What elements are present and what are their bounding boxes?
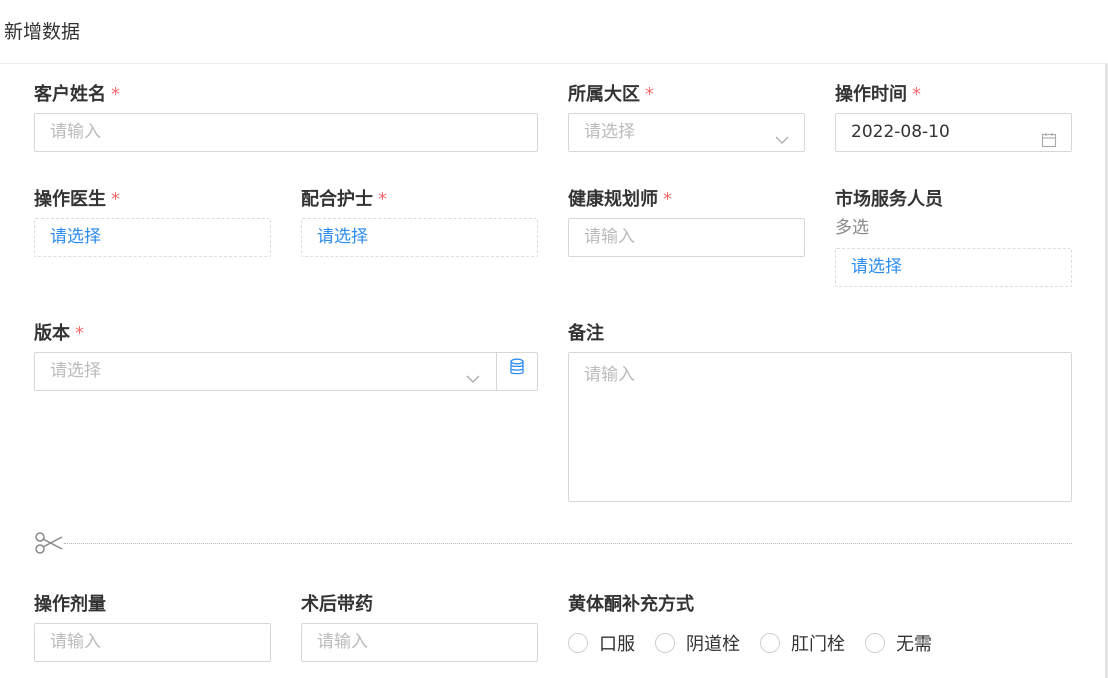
radio-circle[interactable] bbox=[568, 633, 588, 653]
market-staff-hint: 多选 bbox=[835, 218, 869, 238]
doctor-label: 操作医生 * bbox=[34, 185, 120, 211]
market-staff-label-text: 市场服务人员 bbox=[835, 189, 943, 210]
required-mark: * bbox=[75, 323, 84, 344]
dosage-placeholder: 请输入 bbox=[50, 632, 101, 652]
market-staff-picker[interactable]: 请选择 bbox=[835, 248, 1072, 287]
market-staff-label: 市场服务人员 bbox=[835, 185, 943, 211]
required-mark: * bbox=[111, 189, 120, 210]
post-op-medicine-label-text: 术后带药 bbox=[301, 594, 373, 615]
section-divider bbox=[64, 543, 1072, 544]
region-select[interactable]: 请选择 bbox=[568, 113, 805, 152]
health-planner-placeholder: 请输入 bbox=[584, 227, 635, 247]
version-label-text: 版本 bbox=[34, 323, 70, 344]
dosage-input[interactable]: 请输入 bbox=[34, 623, 271, 662]
doctor-label-text: 操作医生 bbox=[34, 189, 106, 210]
post-op-medicine-input[interactable]: 请输入 bbox=[301, 623, 538, 662]
doctor-picker-text: 请选择 bbox=[50, 227, 101, 247]
radio-label: 阴道栓 bbox=[686, 634, 740, 655]
nurse-picker-text: 请选择 bbox=[317, 227, 368, 247]
database-icon bbox=[509, 353, 525, 390]
region-label: 所属大区 * bbox=[568, 80, 654, 106]
radio-vaginal[interactable]: 阴道栓 bbox=[655, 630, 740, 656]
customer-name-label-text: 客户姓名 bbox=[34, 84, 106, 105]
required-mark: * bbox=[912, 84, 921, 105]
operation-time-value: 2022-08-10 bbox=[851, 122, 950, 142]
nurse-label: 配合护士 * bbox=[301, 185, 387, 211]
remark-label: 备注 bbox=[568, 319, 604, 345]
progesterone-label: 黄体酮补充方式 bbox=[568, 590, 694, 616]
required-mark: * bbox=[645, 84, 654, 105]
nurse-label-text: 配合护士 bbox=[301, 189, 373, 210]
version-placeholder: 请选择 bbox=[50, 361, 101, 381]
health-planner-label-text: 健康规划师 bbox=[568, 189, 658, 210]
radio-circle[interactable] bbox=[655, 633, 675, 653]
progesterone-radio-group: 口服 阴道栓 肛门栓 无需 bbox=[568, 630, 952, 656]
remark-placeholder: 请输入 bbox=[584, 365, 635, 385]
post-op-medicine-label: 术后带药 bbox=[301, 590, 373, 616]
health-planner-input[interactable]: 请输入 bbox=[568, 218, 805, 257]
customer-name-placeholder: 请输入 bbox=[50, 122, 101, 142]
radio-label: 肛门栓 bbox=[791, 634, 845, 655]
page-header: 新增数据 bbox=[0, 0, 1108, 64]
region-placeholder: 请选择 bbox=[584, 122, 635, 142]
required-mark: * bbox=[378, 189, 387, 210]
required-mark: * bbox=[111, 84, 120, 105]
database-button[interactable] bbox=[496, 353, 537, 390]
progesterone-label-text: 黄体酮补充方式 bbox=[568, 594, 694, 615]
operation-time-label: 操作时间 * bbox=[835, 80, 921, 106]
radio-none[interactable]: 无需 bbox=[865, 630, 932, 656]
radio-oral[interactable]: 口服 bbox=[568, 630, 635, 656]
radio-rectal[interactable]: 肛门栓 bbox=[760, 630, 845, 656]
radio-label: 口服 bbox=[599, 634, 635, 655]
doctor-picker[interactable]: 请选择 bbox=[34, 218, 271, 257]
radio-circle[interactable] bbox=[865, 633, 885, 653]
page-title: 新增数据 bbox=[4, 21, 81, 43]
chevron-down-icon bbox=[774, 125, 790, 162]
market-staff-picker-text: 请选择 bbox=[851, 257, 902, 277]
customer-name-label: 客户姓名 * bbox=[34, 80, 120, 106]
radio-circle[interactable] bbox=[760, 633, 780, 653]
post-op-medicine-placeholder: 请输入 bbox=[317, 632, 368, 652]
region-label-text: 所属大区 bbox=[568, 84, 640, 105]
version-label: 版本 * bbox=[34, 319, 84, 345]
dosage-label-text: 操作剂量 bbox=[34, 594, 106, 615]
dosage-label: 操作剂量 bbox=[34, 590, 106, 616]
operation-time-datepicker[interactable]: 2022-08-10 bbox=[835, 113, 1072, 152]
operation-time-label-text: 操作时间 bbox=[835, 84, 907, 105]
customer-name-input[interactable]: 请输入 bbox=[34, 113, 538, 152]
remark-textarea[interactable]: 请输入 bbox=[568, 352, 1072, 502]
health-planner-label: 健康规划师 * bbox=[568, 185, 672, 211]
chevron-down-icon bbox=[465, 364, 481, 401]
version-select[interactable]: 请选择 bbox=[34, 352, 538, 391]
radio-label: 无需 bbox=[896, 634, 932, 655]
scissors-icon bbox=[34, 531, 64, 559]
nurse-picker[interactable]: 请选择 bbox=[301, 218, 538, 257]
required-mark: * bbox=[663, 189, 672, 210]
remark-label-text: 备注 bbox=[568, 323, 604, 344]
calendar-icon bbox=[1041, 125, 1057, 162]
